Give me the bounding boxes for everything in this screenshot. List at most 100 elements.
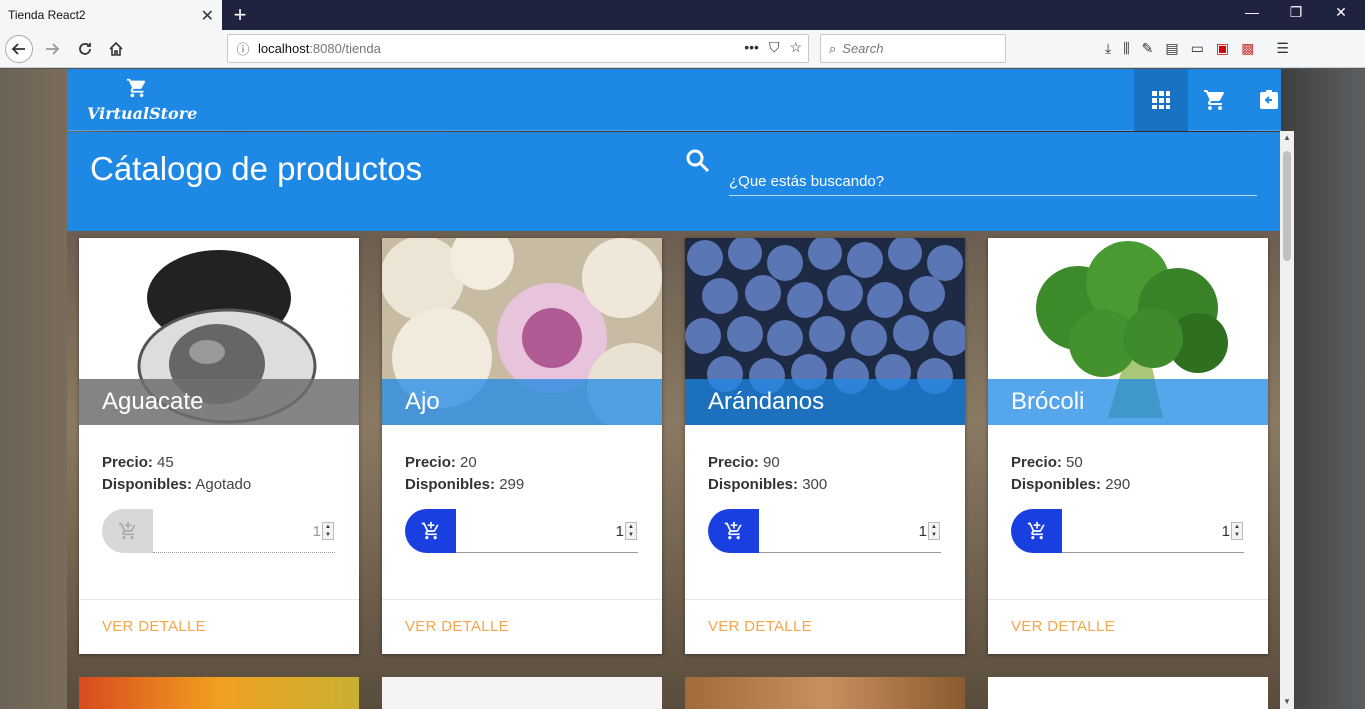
view-detail-button[interactable]: VER DETALLE	[102, 618, 206, 635]
cart-icon[interactable]	[1188, 69, 1242, 131]
page-viewport: VirtualStore Cátalogo de productos ¿Que …	[0, 69, 1365, 709]
browser-nav-bar: ⓘ localhost :8080/tienda ••• ⛉ ☆ ⌕ Searc…	[0, 30, 1365, 68]
add-to-cart-button[interactable]	[405, 509, 456, 553]
price-row: Precio: 20	[405, 454, 477, 471]
logo-cart-icon	[87, 77, 187, 104]
view-detail-button[interactable]: VER DETALLE	[1011, 618, 1115, 635]
quantity-value: 1	[615, 523, 624, 540]
logo[interactable]: VirtualStore	[87, 77, 198, 125]
quantity-stepper[interactable]: 1 ▲ ▼	[759, 509, 941, 553]
bookmark-star-icon[interactable]: ☆	[789, 39, 802, 56]
library-icon[interactable]: ⫼	[1123, 40, 1129, 57]
spinner-icon[interactable]: ▲ ▼	[322, 522, 334, 540]
pdf-icon[interactable]: ▣	[1216, 40, 1229, 57]
browser-tab-bar: Tienda React2 ✕ + — ❐ ✕	[0, 0, 1365, 30]
add-cart-icon	[118, 521, 136, 540]
browser-search-placeholder: Search	[842, 41, 884, 56]
product-card-partial	[382, 677, 662, 709]
pocket-icon[interactable]: ⛉	[769, 39, 780, 56]
browser-tab[interactable]: Tienda React2 ✕	[0, 0, 222, 30]
divider	[79, 599, 359, 600]
price-row: Precio: 50	[1011, 454, 1083, 471]
close-tab-icon[interactable]: ✕	[201, 6, 214, 26]
availability-value: 299	[499, 476, 525, 493]
spinner-icon[interactable]: ▲ ▼	[625, 522, 637, 540]
divider	[988, 599, 1268, 600]
store-app: VirtualStore Cátalogo de productos ¿Que …	[67, 69, 1294, 709]
search-icon: ⌕	[829, 40, 837, 56]
spinner-icon[interactable]: ▲ ▼	[928, 522, 940, 540]
product-card: Aguacate Precio: 45 Disponibles: Agotado…	[79, 238, 359, 654]
divider	[382, 599, 662, 600]
site-info-icon[interactable]: ⓘ	[228, 39, 258, 58]
product-name: Ajo	[382, 379, 662, 425]
scrollbar[interactable]: ▲ ▼	[1280, 131, 1294, 709]
product-card-partial	[79, 677, 359, 709]
home-icon[interactable]	[102, 35, 130, 63]
quantity-stepper[interactable]: 1 ▲ ▼	[153, 509, 335, 553]
new-tab-icon[interactable]: +	[229, 2, 251, 28]
product-search-input[interactable]	[729, 160, 1257, 196]
quantity-value: 1	[312, 523, 321, 540]
reader-view-icon[interactable]: ▭	[1191, 40, 1204, 57]
spinner-icon[interactable]: ▲ ▼	[1231, 522, 1243, 540]
forward-icon[interactable]	[38, 35, 66, 63]
search-icon	[685, 148, 715, 178]
product-name: Brócoli	[988, 379, 1268, 425]
quantity-stepper[interactable]: 1 ▲ ▼	[456, 509, 638, 553]
price-value: 50	[1066, 454, 1083, 471]
divider	[685, 599, 965, 600]
page-actions-icon[interactable]: •••	[744, 39, 759, 56]
add-cart-icon	[421, 521, 439, 540]
scroll-up-icon[interactable]: ▲	[1280, 131, 1294, 145]
back-icon[interactable]	[5, 35, 33, 63]
availability-value: Agotado	[195, 476, 252, 493]
close-window-icon[interactable]: ✕	[1326, 4, 1356, 21]
extension-broom-icon[interactable]: ✎	[1142, 40, 1154, 57]
logout-icon[interactable]	[1242, 69, 1296, 131]
add-to-cart-button[interactable]	[708, 509, 759, 553]
minimize-icon[interactable]: —	[1237, 4, 1267, 20]
reload-icon[interactable]	[71, 35, 99, 63]
add-to-cart-button[interactable]	[102, 509, 153, 553]
app-bar: VirtualStore	[67, 69, 1281, 131]
menu-icon[interactable]: ☰	[1276, 40, 1289, 57]
price-row: Precio: 90	[708, 454, 780, 471]
view-detail-button[interactable]: VER DETALLE	[405, 618, 509, 635]
grid-view-icon[interactable]	[1134, 69, 1188, 131]
product-name: Arándanos	[685, 379, 965, 425]
product-card: Ajo Precio: 20 Disponibles: 299 1 ▲ ▼ VER…	[382, 238, 662, 654]
quantity-stepper[interactable]: 1 ▲ ▼	[1062, 509, 1244, 553]
page-title: Cátalogo de productos	[90, 150, 423, 187]
extension-icon[interactable]: ▤	[1165, 40, 1178, 57]
scroll-down-icon[interactable]: ▼	[1280, 695, 1294, 709]
product-card-partial	[685, 677, 965, 709]
extension-red-icon[interactable]: ▩	[1241, 40, 1254, 57]
add-cart-icon	[724, 521, 742, 540]
add-cart-icon	[1027, 521, 1045, 540]
catalog-header: Cátalogo de productos	[67, 132, 1281, 231]
tab-title: Tienda React2	[8, 8, 86, 22]
product-card-partial	[988, 677, 1268, 709]
availability-value: 290	[1105, 476, 1131, 493]
downloads-icon[interactable]: ⤓	[1105, 40, 1111, 57]
quantity-value: 1	[1221, 523, 1230, 540]
product-card: Arándanos Precio: 90 Disponibles: 300 1 …	[685, 238, 965, 654]
price-value: 20	[460, 454, 477, 471]
url-bar[interactable]: ⓘ localhost :8080/tienda ••• ⛉ ☆	[227, 34, 809, 63]
url-host: localhost	[258, 41, 310, 56]
add-to-cart-button[interactable]	[1011, 509, 1062, 553]
view-detail-button[interactable]: VER DETALLE	[708, 618, 812, 635]
price-value: 45	[157, 454, 174, 471]
browser-search-field[interactable]: ⌕ Search	[820, 34, 1006, 63]
product-card: Brócoli Precio: 50 Disponibles: 290 1 ▲ ▼…	[988, 238, 1268, 654]
scroll-thumb[interactable]	[1283, 151, 1291, 261]
product-name: Aguacate	[79, 379, 359, 425]
restore-icon[interactable]: ❐	[1281, 4, 1311, 21]
price-row: Precio: 45	[102, 454, 174, 471]
price-value: 90	[763, 454, 780, 471]
logo-text: VirtualStore	[87, 104, 198, 123]
availability-row: Disponibles: 290	[1011, 476, 1131, 493]
availability-row: Disponibles: 299	[405, 476, 525, 493]
url-path: :8080/tienda	[309, 41, 381, 56]
